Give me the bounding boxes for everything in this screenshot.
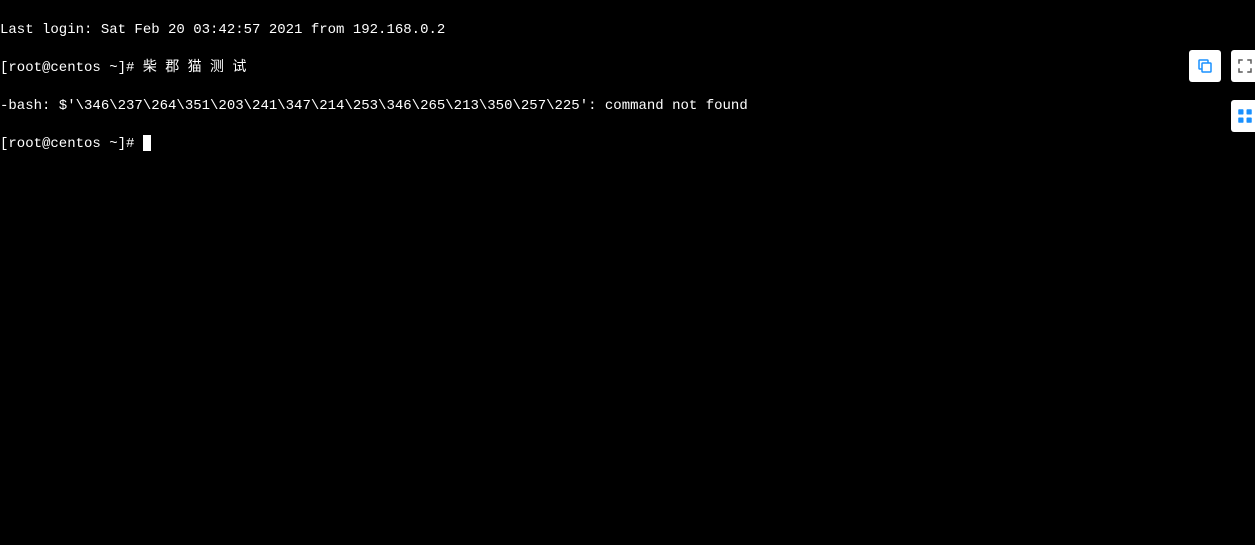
- terminal-line: Last login: Sat Feb 20 03:42:57 2021 fro…: [0, 21, 1255, 40]
- grid-button[interactable]: [1231, 100, 1255, 132]
- terminal-prompt-line: [root@centos ~]#: [0, 135, 1255, 154]
- terminal-line: [root@centos ~]# 柴 郡 猫 测 试: [0, 59, 1255, 78]
- fullscreen-icon: [1236, 57, 1254, 75]
- terminal-output[interactable]: Last login: Sat Feb 20 03:42:57 2021 fro…: [0, 0, 1255, 175]
- toolbar-row-top: [1189, 50, 1255, 82]
- toolbar-row-bottom: [1231, 100, 1255, 132]
- grid-icon: [1236, 107, 1254, 125]
- copy-icon: [1196, 57, 1214, 75]
- side-toolbar: [1189, 50, 1255, 132]
- terminal-prompt: [root@centos ~]#: [0, 136, 143, 152]
- copy-button[interactable]: [1189, 50, 1221, 82]
- terminal-line: -bash: $'\346\237\264\351\203\241\347\21…: [0, 97, 1255, 116]
- terminal-cursor: [143, 135, 151, 151]
- fullscreen-button[interactable]: [1231, 50, 1255, 82]
